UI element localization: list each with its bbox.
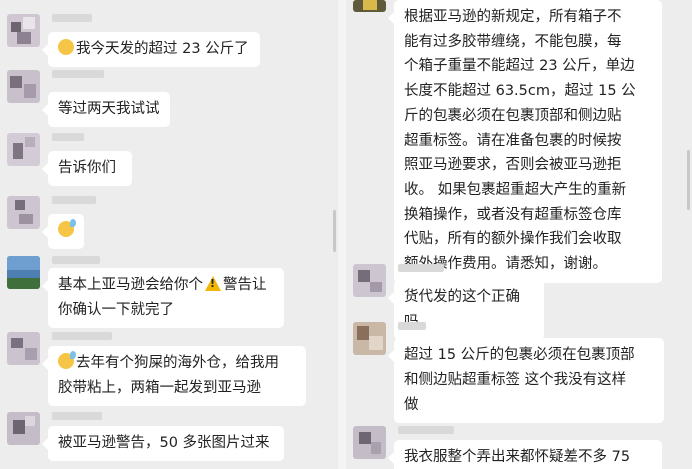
message-bubble[interactable]: 超过 15 公斤的包裹必须在包裹顶部 和侧边贴超重标签 这个我没有这样 做 xyxy=(388,338,664,423)
sender-name xyxy=(52,70,104,78)
avatar[interactable] xyxy=(7,412,40,445)
message-bubble[interactable]: 基本上亚马逊会给你个警告让 你确认一下就完了 xyxy=(42,268,284,328)
panel-divider xyxy=(338,0,346,469)
message-text: 告诉你们 xyxy=(58,160,116,176)
message-text: 根据亚马逊的新规定，所有箱子不 能有过多胶带缠绕，不能包膜，每 个箱子重量不能超… xyxy=(404,9,636,273)
sender-name xyxy=(52,256,100,264)
message-text: 基本上亚马逊会给你个 xyxy=(58,277,203,293)
message-text: 被亚马逊警告，50 多张图片过来 xyxy=(58,435,270,451)
sweat-smile-emoji-icon xyxy=(58,351,76,369)
avatar[interactable] xyxy=(7,196,40,229)
sender-name xyxy=(52,332,112,340)
sweat-smile-emoji-icon xyxy=(58,219,76,237)
sender-name xyxy=(52,133,84,141)
left-chat-panel[interactable]: 我今天发的超过 23 公斤了 等过两天我试试 告诉你们 基本上亚马逊会给你个警 xyxy=(0,0,338,469)
message-bubble[interactable]: 我今天发的超过 23 公斤了 xyxy=(42,32,260,67)
avatar[interactable] xyxy=(7,256,40,289)
avatar[interactable] xyxy=(353,426,386,459)
sender-name xyxy=(52,196,96,204)
avatar[interactable] xyxy=(353,0,386,12)
sender-name xyxy=(398,322,426,330)
avatar[interactable] xyxy=(7,332,40,365)
message-bubble[interactable]: 我衣服整个弄出来都怀疑差不多 75 xyxy=(388,440,662,469)
message-bubble[interactable]: 去年有个狗屎的海外仓，给我用 胶带粘上，两箱一起发到亚马逊 xyxy=(42,346,306,406)
avatar[interactable] xyxy=(353,322,386,355)
sender-name xyxy=(52,14,92,22)
avatar[interactable] xyxy=(7,70,40,103)
sender-name xyxy=(52,412,102,420)
sender-name xyxy=(398,264,444,272)
message-text: 我今天发的超过 23 公斤了 xyxy=(76,41,249,57)
message-bubble[interactable] xyxy=(42,214,84,249)
message-bubble[interactable]: 告诉你们 xyxy=(42,151,132,186)
message-text: 我衣服整个弄出来都怀疑差不多 75 xyxy=(404,449,631,465)
avatar[interactable] xyxy=(7,14,40,47)
warning-icon xyxy=(205,276,221,291)
sender-name xyxy=(398,426,454,434)
message-text: 去年有个狗屎的海外仓，给我用 胶带粘上，两箱一起发到亚马逊 xyxy=(58,355,279,396)
scrollbar[interactable] xyxy=(333,210,336,252)
message-bubble[interactable]: 货代发的这个正确吗 xyxy=(388,280,544,340)
message-bubble[interactable]: 被亚马逊警告，50 多张图片过来 xyxy=(42,426,284,461)
message-bubble[interactable]: 等过两天我试试 xyxy=(42,92,170,127)
avatar[interactable] xyxy=(7,133,40,166)
smile-emoji-icon xyxy=(58,39,74,55)
scrollbar[interactable] xyxy=(687,150,690,210)
message-text: 等过两天我试试 xyxy=(58,101,160,117)
message-text: 超过 15 公斤的包裹必须在包裹顶部 和侧边贴超重标签 这个我没有这样 做 xyxy=(404,347,635,413)
avatar[interactable] xyxy=(353,264,386,297)
message-bubble[interactable]: 根据亚马逊的新规定，所有箱子不 能有过多胶带缠绕，不能包膜，每 个箱子重量不能超… xyxy=(388,0,662,283)
right-chat-panel[interactable]: 根据亚马逊的新规定，所有箱子不 能有过多胶带缠绕，不能包膜，每 个箱子重量不能超… xyxy=(346,0,692,469)
